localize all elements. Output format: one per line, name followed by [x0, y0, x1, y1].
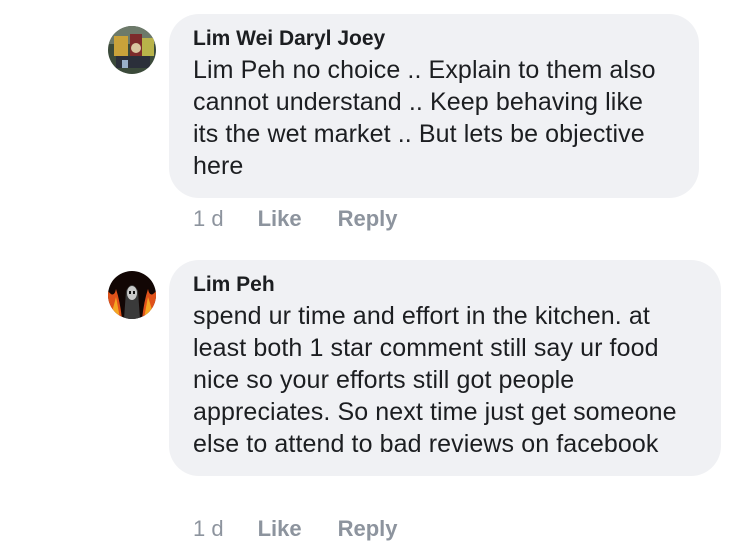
like-button[interactable]: Like: [258, 206, 302, 232]
comment-actions: 1 d Like Reply: [193, 206, 398, 232]
comment-bubble: Lim Peh spend ur time and effort in the …: [169, 260, 721, 476]
comment-text: spend ur time and effort in the kitchen.…: [193, 302, 677, 458]
reply-button[interactable]: Reply: [338, 516, 398, 542]
reply-button[interactable]: Reply: [338, 206, 398, 232]
comment-timestamp[interactable]: 1 d: [193, 206, 224, 232]
comment-author[interactable]: Lim Peh: [193, 272, 697, 298]
profile-photo-icon: [108, 271, 156, 319]
comment-bubble: Lim Wei Daryl Joey Lim Peh no choice .. …: [169, 14, 699, 198]
avatar[interactable]: [108, 26, 156, 74]
profile-photo-icon: [108, 26, 156, 74]
like-button[interactable]: Like: [258, 516, 302, 542]
comment-timestamp[interactable]: 1 d: [193, 516, 224, 542]
avatar[interactable]: [108, 271, 156, 319]
comment-author[interactable]: Lim Wei Daryl Joey: [193, 26, 675, 52]
comment-text: Lim Peh no choice .. Explain to them als…: [193, 56, 656, 180]
comment-actions: 1 d Like Reply: [193, 516, 398, 542]
